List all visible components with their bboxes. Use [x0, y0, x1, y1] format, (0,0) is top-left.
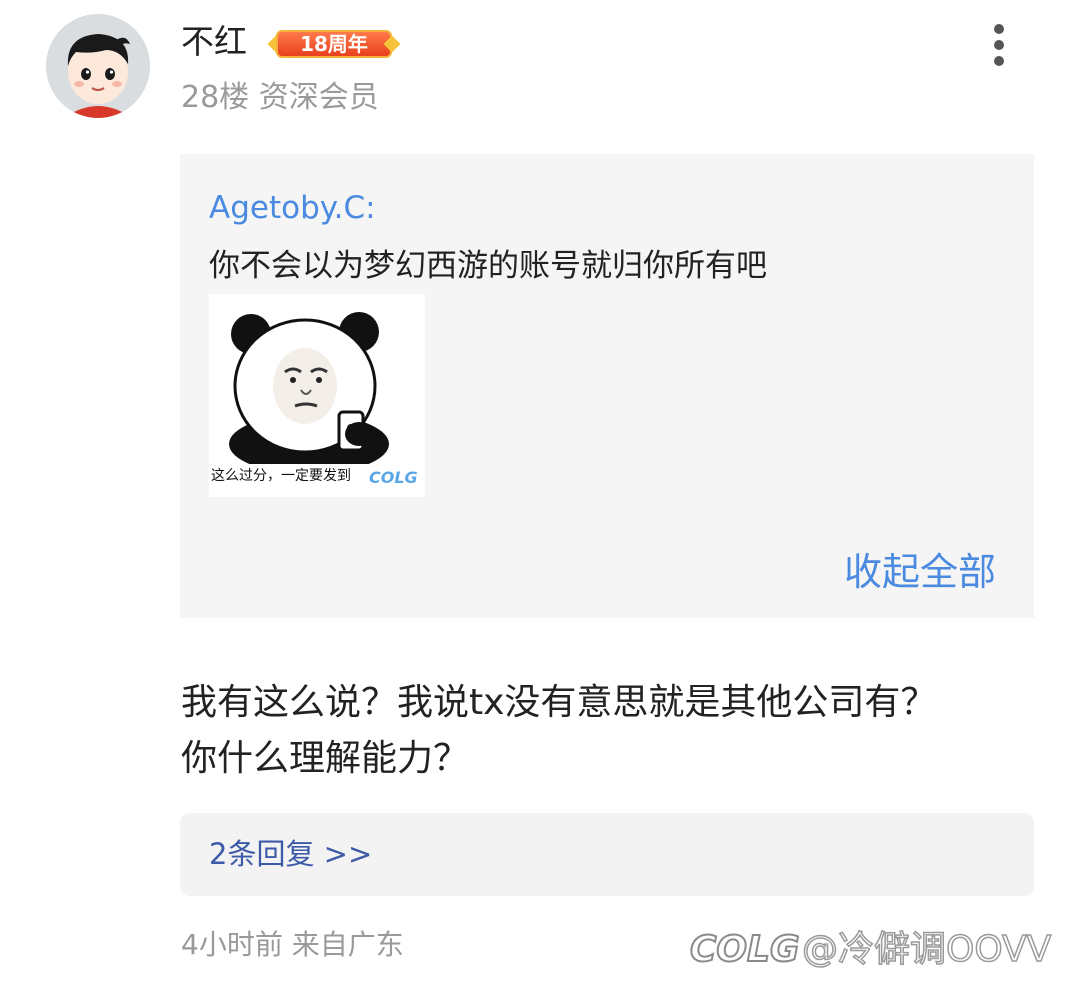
replies-panel[interactable]: 2条回复 >> — [180, 813, 1034, 896]
watermark: COLG @冷僻调OOVV — [689, 920, 1070, 980]
quote-text: 你不会以为梦幻西游的账号就归你所有吧 — [209, 248, 767, 284]
comment-line: 你什么理解能力？ — [181, 738, 470, 779]
vertical-ellipsis-dot — [994, 56, 1004, 66]
avatar[interactable] — [46, 14, 150, 118]
badge-label: 18周年 — [300, 32, 368, 56]
sticker-logo: COLG — [369, 468, 418, 487]
username[interactable]: 不红 — [181, 20, 247, 64]
watermark-text: @冷僻调OOVV — [801, 928, 1052, 971]
panda-meme-sticker[interactable]: 这么过分，一定要发到 COLG — [209, 294, 425, 497]
quote-author[interactable]: Agetoby.C: — [209, 186, 376, 230]
member-level: 资深会员 — [258, 80, 379, 115]
anniversary-badge: 18周年 — [267, 24, 401, 64]
vertical-ellipsis-dot — [994, 40, 1004, 50]
post-time-location: 4小时前 来自广东 — [181, 928, 404, 961]
comment-page: 不红 18周年 28楼 资深会员 Agetoby.C: 你不会以为梦幻西游的账号… — [0, 0, 1080, 991]
comment-body: 我有这么说？我说tx没有意思就是其他公司有？ 你什么理解能力？ — [181, 675, 1041, 787]
sticker-caption: 这么过分，一定要发到 — [211, 468, 351, 484]
view-replies-link[interactable]: 2条回复 >> — [209, 833, 372, 875]
panda-meme-icon — [229, 312, 389, 474]
more-options-button[interactable] — [984, 24, 1014, 74]
vertical-ellipsis-icon — [994, 24, 1004, 34]
comment-line: 我有这么说？我说tx没有意思就是其他公司有？ — [181, 682, 937, 723]
watermark-logo: COLG — [689, 928, 801, 971]
post-meta: 28楼 资深会员 — [181, 78, 379, 118]
cartoon-avatar-icon — [46, 14, 150, 118]
quoted-comment: Agetoby.C: 你不会以为梦幻西游的账号就归你所有吧 这么过分，一定要发到… — [180, 154, 1034, 618]
collapse-all-link[interactable]: 收起全部 — [844, 548, 996, 596]
floor-number: 28楼 — [181, 80, 250, 115]
